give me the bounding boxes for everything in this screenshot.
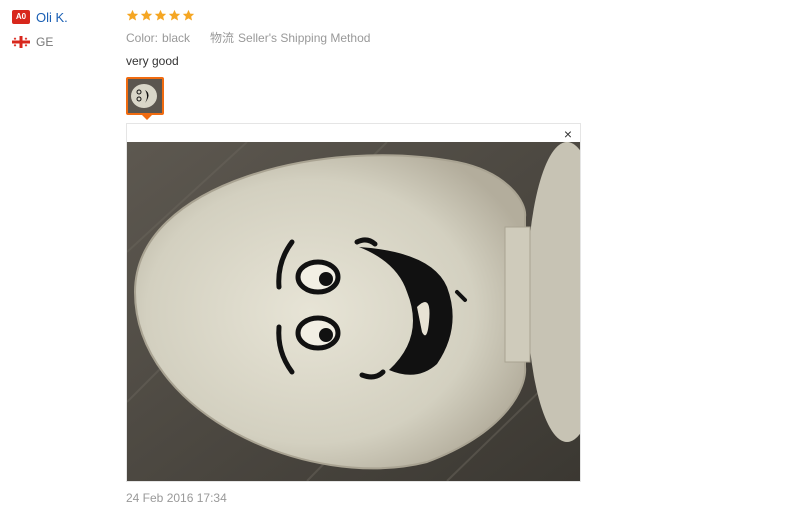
photo-thumbnail-image (128, 79, 162, 113)
photo-viewer: × (126, 123, 581, 482)
review-photo (127, 142, 580, 481)
review-timestamp: 24 Feb 2016 17:34 (126, 491, 227, 505)
star-icon (182, 9, 195, 21)
avatar-badge: A0 (12, 10, 30, 24)
star-icon (168, 9, 181, 21)
star-icon (126, 9, 139, 21)
shipping-label: 物流 (210, 31, 235, 45)
georgia-flag-icon (12, 36, 30, 48)
star-rating (126, 9, 195, 22)
review-text: very good (126, 54, 179, 68)
star-icon (140, 9, 153, 21)
reviewer-name-link[interactable]: Oli K. (36, 10, 68, 26)
photo-thumbnail[interactable] (126, 77, 164, 115)
close-icon[interactable]: × (564, 127, 572, 141)
shipping-value: Seller's Shipping Method (238, 31, 371, 45)
thumbnail-pointer (141, 114, 153, 120)
order-attributes: Color: black 物流 Seller's Shipping Method (126, 31, 370, 45)
color-label: Color: (126, 31, 159, 45)
star-icon (154, 9, 167, 21)
color-value: black (162, 31, 191, 45)
reviewer-country: GE (36, 35, 54, 49)
